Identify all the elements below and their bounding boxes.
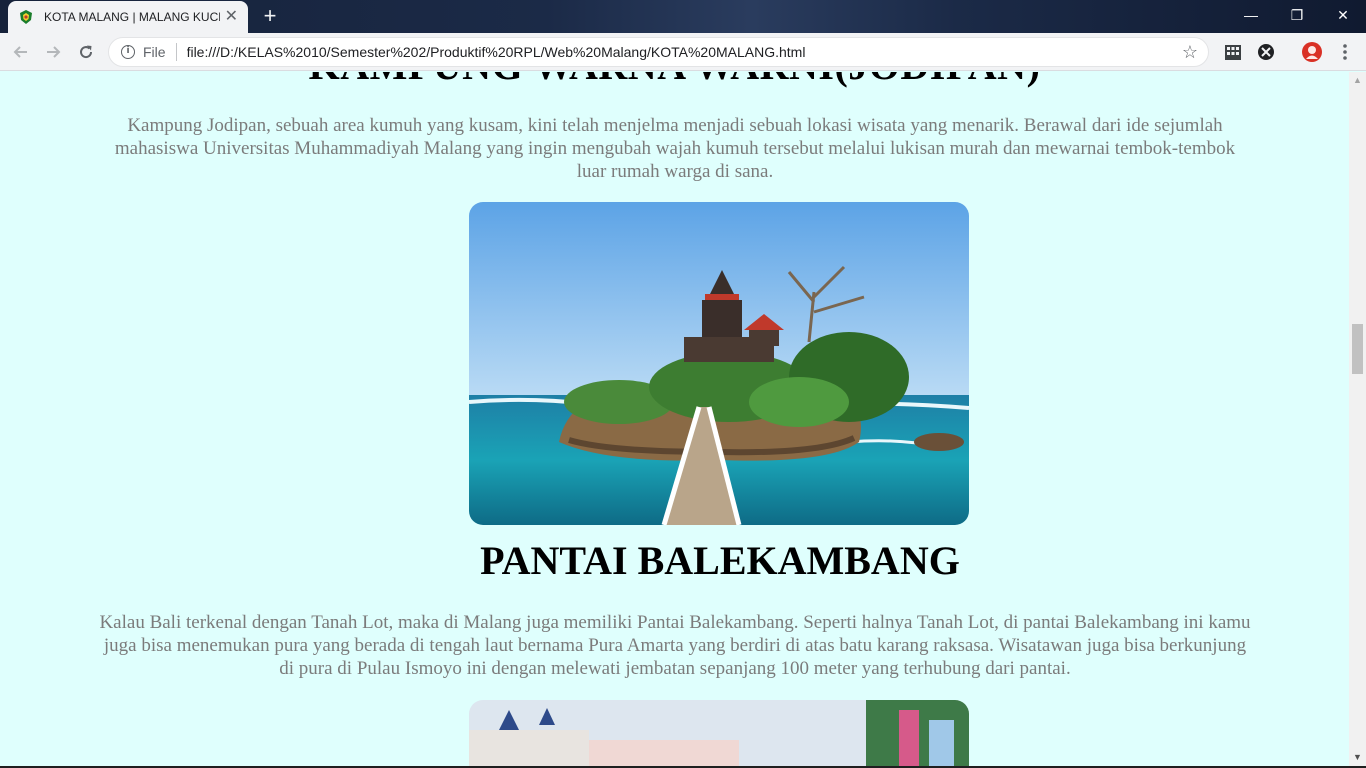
page-scrollbar[interactable]: ▲ ▼ — [1349, 72, 1366, 766]
avatar-icon[interactable] — [1301, 41, 1323, 63]
reload-button[interactable] — [73, 39, 99, 65]
forward-button[interactable] — [40, 39, 66, 65]
reload-icon — [80, 45, 93, 59]
browser-tab[interactable]: KOTA MALANG | MALANG KUCECWARA ✕ — [8, 1, 248, 33]
page-viewport: KAMPUNG WARNA WARNI(JODIPAN) Kampung Jod… — [0, 72, 1349, 766]
malang-emblem-icon — [20, 10, 32, 24]
scrollbar-thumb[interactable] — [1352, 324, 1363, 374]
section-heading-balekambang: PANTAI BALEKAMBANG — [480, 538, 960, 583]
tab-close-icon[interactable]: ✕ — [225, 9, 238, 25]
arrow-right-icon — [47, 46, 61, 58]
next-section-photo — [469, 700, 969, 766]
building-extension-icon[interactable] — [1222, 41, 1244, 63]
address-bar[interactable]: i File file:///D:/KELAS%2010/Semester%20… — [108, 37, 1209, 67]
new-tab-button[interactable]: + — [256, 4, 284, 30]
minimize-button[interactable]: — — [1228, 0, 1274, 30]
balekambang-photo — [469, 202, 969, 525]
scroll-up-icon[interactable]: ▲ — [1349, 72, 1366, 89]
url-text[interactable]: file:///D:/KELAS%2010/Semester%202/Produ… — [187, 44, 1182, 60]
address-separator — [175, 43, 177, 61]
tab-title: KOTA MALANG | MALANG KUCECWARA — [44, 10, 220, 24]
close-window-button[interactable]: ✕ — [1320, 0, 1366, 30]
url-scheme-label: File — [143, 44, 166, 60]
restore-button[interactable]: ❐ — [1274, 0, 1320, 30]
back-button[interactable] — [8, 39, 34, 65]
arrow-left-icon — [13, 46, 27, 58]
section-text-balekambang: Kalau Bali terkenal dengan Tanah Lot, ma… — [99, 612, 1251, 679]
section-heading-jodipan: KAMPUNG WARNA WARNI(JODIPAN) — [0, 72, 1349, 89]
section-text-jodipan: Kampung Jodipan, sebuah area kumuh yang … — [114, 115, 1236, 182]
browser-toolbar: i File file:///D:/KELAS%2010/Semester%20… — [0, 33, 1366, 71]
kebab-menu-icon[interactable] — [1334, 41, 1356, 63]
info-icon[interactable]: i — [121, 45, 135, 59]
scroll-down-icon[interactable]: ▼ — [1349, 749, 1366, 766]
x-extension-icon[interactable] — [1255, 41, 1277, 63]
star-icon[interactable]: ☆ — [1182, 42, 1198, 63]
browser-titlebar: KOTA MALANG | MALANG KUCECWARA ✕ + — ❐ ✕ — [0, 0, 1366, 33]
